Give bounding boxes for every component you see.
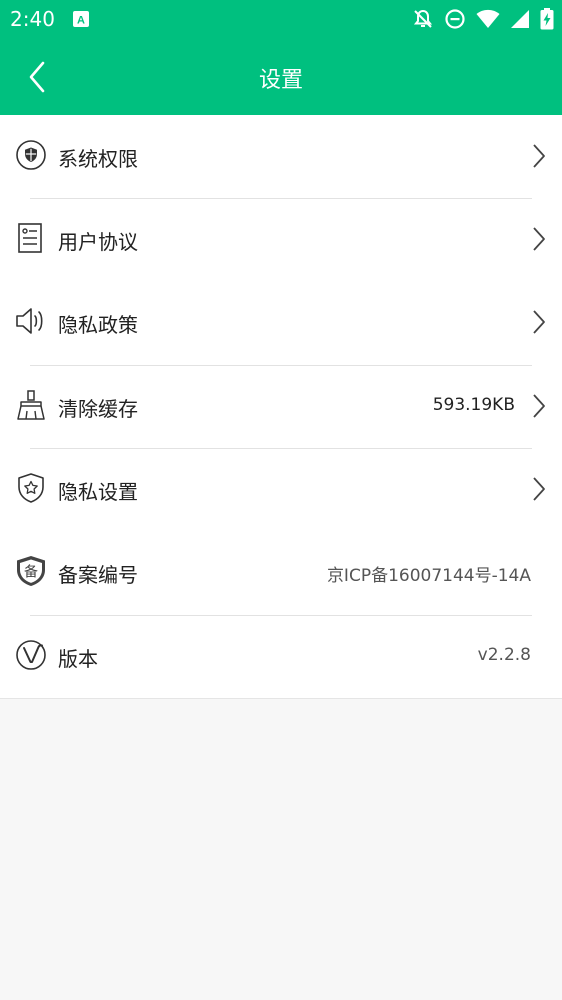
status-time: 2:40 bbox=[10, 7, 55, 31]
settings-item-clear-cache[interactable]: 清除缓存 593.19KB bbox=[0, 365, 562, 448]
version-value: v2.2.8 bbox=[477, 645, 531, 665]
document-icon bbox=[18, 223, 42, 253]
settings-item-label: 隐私政策 bbox=[58, 313, 138, 337]
status-icons bbox=[412, 8, 554, 30]
chevron-right-icon bbox=[533, 227, 545, 251]
do-not-disturb-icon bbox=[445, 9, 465, 29]
chevron-right-icon bbox=[533, 477, 545, 501]
cell-signal-icon bbox=[511, 10, 529, 28]
record-number-value: 京ICP备16007144号-14A bbox=[326, 566, 531, 586]
settings-item-version: 版本 v2.2.8 bbox=[0, 615, 562, 698]
app-bar: 设置 bbox=[0, 38, 562, 115]
settings-item-label: 隐私设置 bbox=[58, 480, 138, 504]
bell-off-icon bbox=[413, 9, 433, 28]
app-icon-letter: A bbox=[77, 15, 85, 27]
app-notification-icon: A bbox=[73, 11, 89, 27]
settings-item-label: 清除缓存 bbox=[58, 397, 138, 421]
chevron-right-icon bbox=[533, 310, 545, 334]
broom-icon bbox=[17, 390, 45, 420]
settings-item-system-permissions[interactable]: 系统权限 bbox=[0, 115, 562, 198]
settings-item-label: 版本 bbox=[58, 647, 98, 671]
settings-item-record-number[interactable]: 备 备案编号 京ICP备16007144号-14A bbox=[0, 531, 562, 614]
chevron-right-icon bbox=[533, 144, 545, 168]
chevron-right-icon bbox=[533, 394, 545, 418]
settings-item-label: 备案编号 bbox=[58, 563, 138, 587]
settings-list: 系统权限 用户协议 隐私政策 清除缓存 593.19KB 隐私设置 备 备案编号… bbox=[0, 115, 562, 699]
status-bar: 2:40 A bbox=[0, 0, 562, 38]
speaker-icon bbox=[16, 308, 43, 334]
version-v-icon bbox=[16, 640, 46, 670]
shield-star-icon bbox=[18, 473, 44, 503]
record-badge-text: 备 bbox=[24, 564, 38, 581]
settings-item-privacy-policy[interactable]: 隐私政策 bbox=[0, 281, 562, 364]
shield-circle-icon bbox=[16, 140, 46, 170]
settings-item-privacy-settings[interactable]: 隐私设置 bbox=[0, 448, 562, 531]
settings-item-label: 系统权限 bbox=[58, 147, 138, 171]
settings-item-label: 用户协议 bbox=[58, 230, 138, 254]
page-title: 设置 bbox=[258, 68, 303, 93]
battery-charging-icon bbox=[540, 8, 554, 30]
cache-size-value: 593.19KB bbox=[432, 395, 515, 415]
record-shield-icon: 备 bbox=[17, 556, 45, 586]
settings-item-user-agreement[interactable]: 用户协议 bbox=[0, 198, 562, 281]
wifi-icon bbox=[476, 9, 500, 28]
